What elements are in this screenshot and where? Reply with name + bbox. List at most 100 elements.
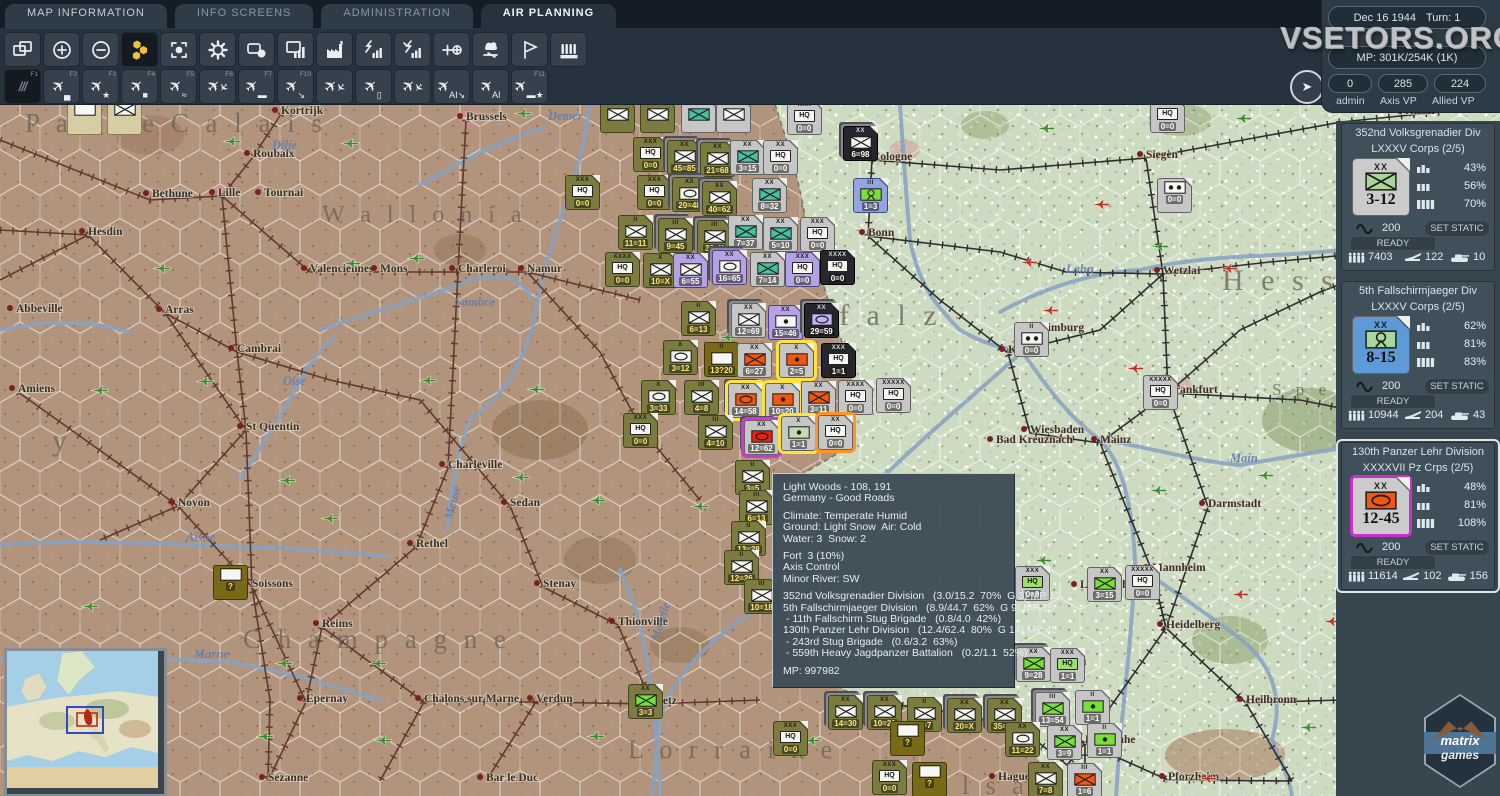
unit-shape-button[interactable] <box>238 32 275 67</box>
windows-button[interactable] <box>4 32 41 67</box>
unit-counter[interactable]: xx <box>640 104 675 133</box>
air-mission-button-button[interactable]: ✈AI↘ <box>433 69 470 104</box>
unit-counter[interactable]: x3=12 <box>663 340 698 375</box>
unit-counter[interactable]: xxxHQ0=0 <box>637 175 672 210</box>
set-static-button[interactable]: SET STATIC <box>1424 220 1490 237</box>
set-static-button[interactable]: SET STATIC <box>1424 539 1490 556</box>
unit-counter[interactable]: iii4=8 <box>684 380 719 415</box>
unit-counter[interactable]: xxxHQ0=0 <box>872 760 907 795</box>
unit-counter[interactable]: xxxHQ0=0 <box>800 217 835 252</box>
air-mission-F2-button[interactable]: ✈▄F2 <box>43 69 80 104</box>
unit-counter[interactable]: xx12=69 <box>731 303 766 338</box>
unit-counter[interactable]: xxxxHQ0=0 <box>820 250 855 285</box>
unit-counter[interactable]: x2=5 <box>779 343 814 378</box>
unit-counter[interactable]: xxxxxHQ0=0 <box>1143 375 1178 410</box>
unit-counter[interactable]: xx14=30 <box>828 695 863 730</box>
unit-counter[interactable]: ii1=1 <box>1075 690 1110 725</box>
unit-panel[interactable]: 5th Fallschirmjaeger DivLXXXV Corps (2/5… <box>1341 281 1495 429</box>
unit-counter[interactable]: xx3=9 <box>1047 725 1082 760</box>
unit-counter[interactable]: xx5=10 <box>763 217 798 252</box>
air-signal-button[interactable] <box>355 32 392 67</box>
unit-counter[interactable]: x10=20 <box>765 383 800 418</box>
unit-counter[interactable]: xx6=98 <box>843 126 878 161</box>
air-mission-F1-button[interactable]: ///F1 <box>4 69 41 104</box>
unit-counter[interactable]: xx3=3 <box>628 684 663 719</box>
hex-filter-button[interactable] <box>121 32 158 67</box>
tab-info-screens[interactable]: INFO SCREENS <box>175 4 314 29</box>
unit-counter[interactable]: ii1=1 <box>1087 723 1122 758</box>
unit-counter[interactable]: xxxHQ0=0 <box>565 175 600 210</box>
unit-counter[interactable]: xxxHQ0=0 <box>787 104 822 135</box>
factory-button[interactable] <box>316 32 353 67</box>
flag-button[interactable] <box>511 32 548 67</box>
unit-counter[interactable]: ? <box>890 721 925 756</box>
unit-counter[interactable]: xxxHQ0=0 <box>633 137 668 172</box>
unit-counter[interactable]: xx <box>681 104 716 133</box>
unit-counter[interactable]: ii11=11 <box>618 215 653 250</box>
unit-counter[interactable]: xxHQ0=0 <box>1150 104 1185 133</box>
unit-counter[interactable]: xx <box>716 104 751 133</box>
unit-counter[interactable]: xxxxxHQ0=0 <box>876 378 911 413</box>
unit-counter[interactable]: xxxHQ0=0 <box>623 413 658 448</box>
unit-counter[interactable] <box>67 104 102 135</box>
air-mission-button-button[interactable]: ✈AI <box>472 69 509 104</box>
unit-counter[interactable]: xx7=8 <box>1028 762 1063 796</box>
unit-counter[interactable]: xx29=59 <box>804 303 839 338</box>
air-mission-F10-button[interactable]: ✈↘F10 <box>277 69 314 104</box>
unit-counter[interactable]: iii1=3 <box>853 178 888 213</box>
unit-counter[interactable]: xx15=46 <box>768 305 803 340</box>
unit-counter-large[interactable]: XX3-12 <box>1352 158 1410 216</box>
unit-counter[interactable]: iii4=10 <box>698 415 733 450</box>
unit-counter[interactable]: ? <box>213 565 248 600</box>
unit-counter[interactable]: xxxxHQ0=0 <box>838 380 873 415</box>
unit-counter[interactable]: xxxxHQ0=0 <box>605 252 640 287</box>
unit-counter[interactable]: ii13?20 <box>704 342 739 377</box>
unit-counter-large[interactable]: XX8-15 <box>1352 316 1410 374</box>
unit-counter[interactable]: xx45=85 <box>667 140 702 175</box>
air-mission-F11-button[interactable]: ✈▬★F11 <box>511 69 548 104</box>
minimap[interactable] <box>4 648 167 796</box>
unit-counter[interactable]: xx3=11 <box>801 381 836 416</box>
unit-counter[interactable]: ii6=13 <box>681 301 716 336</box>
zoom-in-button[interactable] <box>43 32 80 67</box>
unit-counter[interactable]: xx7=37 <box>728 215 763 250</box>
air-mission-button-button[interactable]: ✈▯ <box>355 69 392 104</box>
unit-counter[interactable]: x1=1 <box>781 416 816 451</box>
air-mission-F6-button[interactable]: ✈✈F6 <box>199 69 236 104</box>
unit-counter[interactable]: 0=0 <box>1157 178 1192 213</box>
tab-air-planning[interactable]: AIR PLANNING <box>481 4 616 29</box>
air-mission-button-button[interactable]: ✈✈ <box>394 69 431 104</box>
tab-administration[interactable]: ADMINISTRATION <box>321 4 472 29</box>
stats-chart-button[interactable] <box>277 32 314 67</box>
unit-counter[interactable]: xx7=14 <box>750 252 785 287</box>
unit-counter[interactable]: xxHQ0=0 <box>763 140 798 175</box>
unit-counter[interactable]: xx3=15 <box>730 140 765 175</box>
unit-panel[interactable]: 352nd Volksgrenadier DivLXXXV Corps (2/5… <box>1341 123 1495 271</box>
unit-counter[interactable]: iii1=6 <box>1067 763 1102 796</box>
unit-counter[interactable]: xxxxxHQ0=0 <box>1125 565 1160 600</box>
unit-counter[interactable]: xx20=X <box>947 698 982 733</box>
plane-target-button[interactable] <box>433 32 470 67</box>
jump-target-button[interactable] <box>160 32 197 67</box>
air-mission-F5-button[interactable]: ✈≈F5 <box>160 69 197 104</box>
set-static-button[interactable]: SET STATIC <box>1424 378 1490 395</box>
unit-counter[interactable]: xx12=62 <box>744 420 779 455</box>
unit-counter[interactable] <box>107 104 142 135</box>
unit-counter[interactable]: xx11=22 <box>1005 722 1040 757</box>
unit-counter[interactable]: iii13=54 <box>1035 692 1070 727</box>
unit-counter[interactable]: xxxHQ0=0 <box>785 252 820 287</box>
unit-panel[interactable]: 130th Panzer Lehr DivisionXXXXVII Pz Crp… <box>1341 442 1495 590</box>
unit-counter[interactable]: xx14=58 <box>728 383 763 418</box>
unit-counter[interactable]: xx8=32 <box>752 178 787 213</box>
unit-counter[interactable]: xx16=65 <box>712 250 747 285</box>
ammo-button[interactable] <box>550 32 587 67</box>
settings-gear-button[interactable] <box>199 32 236 67</box>
unit-counter[interactable]: iii6=13 <box>739 490 774 525</box>
unit-counter[interactable]: xx6=27 <box>737 343 772 378</box>
air-mission-F7-button[interactable]: ✈▬F7 <box>238 69 275 104</box>
unit-counter[interactable]: iii9=45 <box>658 218 693 253</box>
unit-counter[interactable]: xx3=15 <box>1087 567 1122 602</box>
zoom-out-button[interactable] <box>82 32 119 67</box>
weather-button[interactable] <box>472 32 509 67</box>
air-mission-F4-button[interactable]: ✈■F4 <box>121 69 158 104</box>
